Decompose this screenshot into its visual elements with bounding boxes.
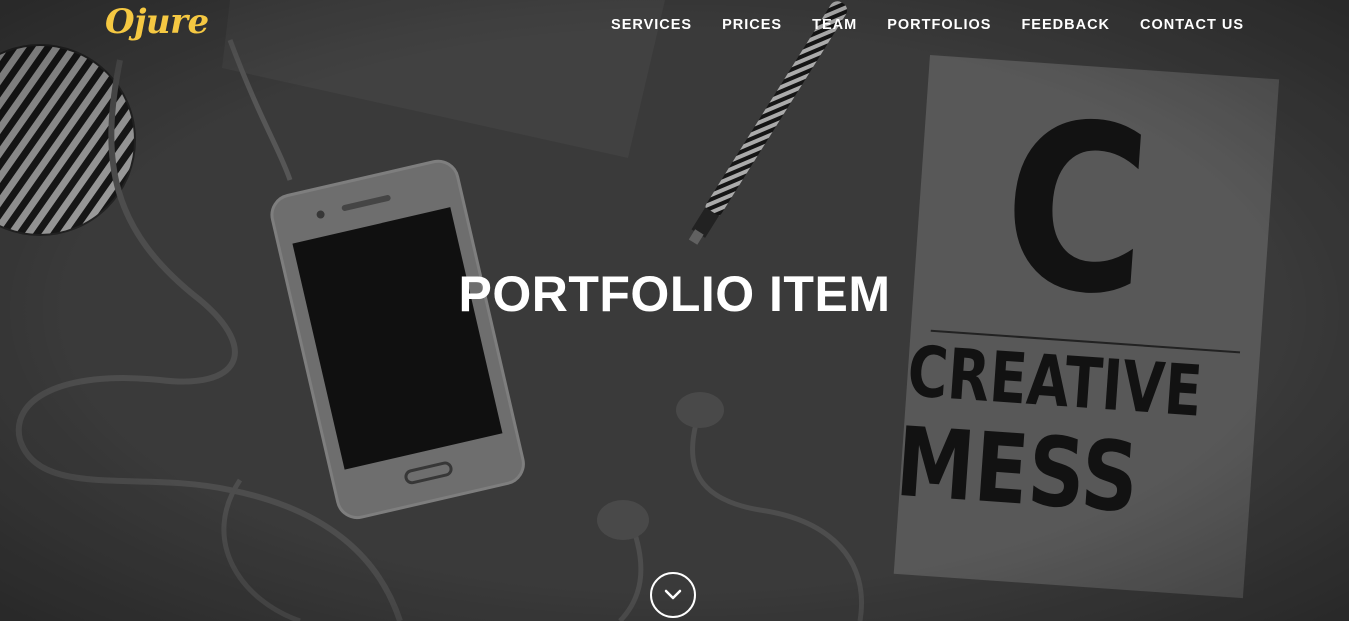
page-title: PORTFOLIO ITEM bbox=[458, 266, 891, 322]
nav-item-contact-us[interactable]: CONTACT US bbox=[1140, 16, 1244, 34]
nav-item-feedback[interactable]: FEEDBACK bbox=[1021, 16, 1110, 34]
nav-item-services[interactable]: SERVICES bbox=[611, 16, 692, 34]
nav-item-prices[interactable]: PRICES bbox=[722, 16, 782, 34]
brand-logo[interactable]: Ojure bbox=[105, 2, 209, 42]
hero-section: C CREATIVE MESS Ojure SERVICES PRICES TE… bbox=[0, 0, 1349, 621]
nav-item-team[interactable]: TEAM bbox=[812, 16, 857, 34]
main-navigation: SERVICES PRICES TEAM PORTFOLIOS FEEDBACK… bbox=[581, 16, 1244, 34]
scroll-down-button[interactable] bbox=[650, 572, 696, 618]
nav-item-portfolios[interactable]: PORTFOLIOS bbox=[887, 16, 991, 34]
chevron-down-icon bbox=[664, 589, 682, 600]
